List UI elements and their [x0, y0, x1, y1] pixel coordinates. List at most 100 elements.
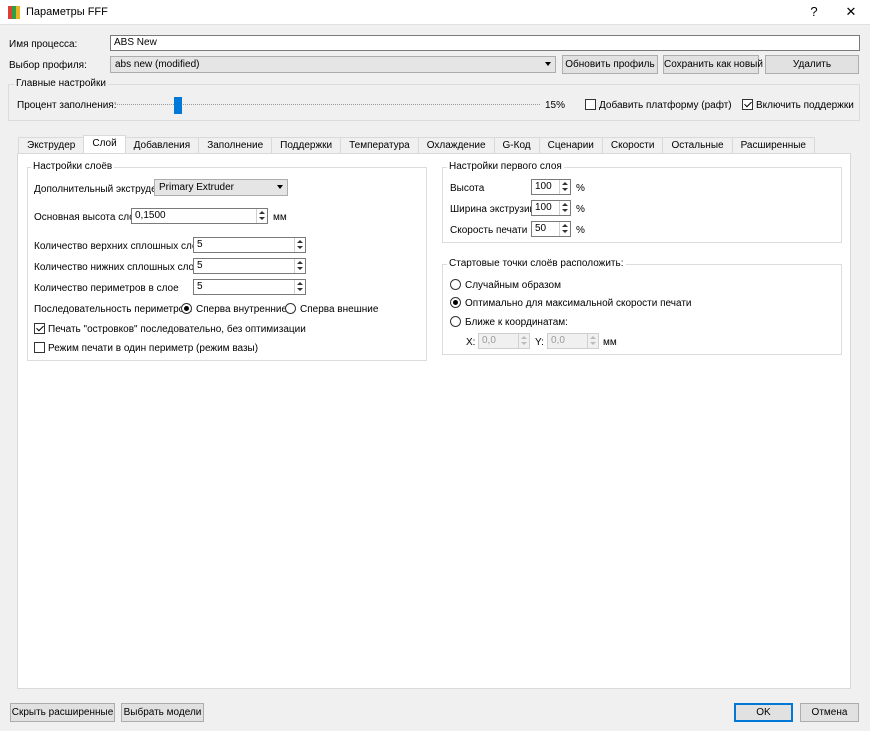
- chevron-down-icon: [545, 62, 551, 66]
- tab-other[interactable]: Остальные: [662, 137, 733, 153]
- optimal-radio[interactable]: [450, 297, 461, 308]
- profile-select-value: abs new (modified): [115, 59, 200, 70]
- first-layer-speed-label: Скорость печати: [450, 225, 528, 236]
- inner-first-radio[interactable]: [181, 303, 192, 314]
- raft-checkbox[interactable]: [585, 99, 596, 110]
- title-bar: Параметры FFF ? ✕: [0, 0, 870, 25]
- first-layer-speed-unit: %: [576, 225, 585, 236]
- extruder-label: Дополнительный экструдер: [34, 184, 163, 195]
- tab-scripts[interactable]: Сценарии: [538, 137, 603, 153]
- top-layers-spinbox[interactable]: 5: [193, 237, 306, 253]
- main-settings-title: Главные настройки: [14, 78, 108, 89]
- first-layer-title: Настройки первого слоя: [447, 161, 564, 172]
- outer-first-radio[interactable]: [285, 303, 296, 314]
- window-title: Параметры FFF: [26, 6, 108, 18]
- spin-arrows-icon[interactable]: [256, 209, 267, 223]
- spin-arrows-icon[interactable]: [518, 334, 529, 348]
- process-name-label: Имя процесса:: [9, 39, 78, 50]
- top-layers-label: Количество верхних сплошных слоёв: [34, 241, 209, 252]
- layer-height-value: 0,1500: [135, 210, 166, 221]
- tab-cooling[interactable]: Охлаждение: [417, 137, 495, 153]
- x-coord-value: 0,0: [482, 335, 496, 346]
- ok-button[interactable]: OK: [734, 703, 793, 722]
- tab-extruder[interactable]: Экструдер: [18, 137, 85, 153]
- y-coord-label: Y:: [535, 337, 544, 348]
- first-layer-speed-spinbox[interactable]: 50: [531, 221, 571, 237]
- y-coord-spinbox[interactable]: 0,0: [547, 333, 599, 349]
- near-coords-label: Ближе к координатам:: [465, 317, 568, 328]
- spin-arrows-icon[interactable]: [559, 180, 570, 194]
- layer-height-unit: мм: [273, 212, 287, 223]
- layer-height-spinbox[interactable]: 0,1500: [131, 208, 268, 224]
- bottom-layers-spinbox[interactable]: 5: [193, 258, 306, 274]
- islands-label: Печать "островков" последовательно, без …: [48, 324, 306, 335]
- coords-unit: мм: [603, 337, 617, 348]
- supports-checkbox[interactable]: [742, 99, 753, 110]
- perimeters-value: 5: [197, 281, 203, 292]
- perimeters-label: Количество периметров в слое: [34, 283, 179, 294]
- perimeter-order-label: Последовательность периметров:: [34, 304, 193, 315]
- layer-height-label: Основная высота слоя: [34, 212, 141, 223]
- first-layer-width-unit: %: [576, 204, 585, 215]
- tab-layer[interactable]: Слой: [83, 135, 126, 153]
- help-button[interactable]: ?: [797, 0, 831, 25]
- tab-infill[interactable]: Заполнение: [198, 137, 273, 153]
- infill-slider-thumb[interactable]: [174, 97, 183, 114]
- outer-first-label: Сперва внешние: [300, 304, 379, 315]
- spin-arrows-icon[interactable]: [294, 259, 305, 273]
- vase-mode-checkbox[interactable]: [34, 342, 45, 353]
- spin-arrows-icon[interactable]: [294, 238, 305, 252]
- extruder-select[interactable]: Primary Extruder: [154, 179, 288, 196]
- layer-settings-title: Настройки слоёв: [31, 161, 115, 172]
- y-coord-value: 0,0: [551, 335, 565, 346]
- perimeters-spinbox[interactable]: 5: [193, 279, 306, 295]
- islands-checkbox[interactable]: [34, 323, 45, 334]
- x-coord-spinbox[interactable]: 0,0: [478, 333, 530, 349]
- cancel-button[interactable]: Отмена: [800, 703, 859, 722]
- random-label: Случайным образом: [465, 280, 561, 291]
- bottom-layers-value: 5: [197, 260, 203, 271]
- first-layer-width-spinbox[interactable]: 100: [531, 200, 571, 216]
- near-coords-radio[interactable]: [450, 316, 461, 327]
- start-points-title: Стартовые точки слоёв расположить:: [447, 258, 626, 269]
- main-settings-group: [8, 84, 860, 121]
- delete-profile-button[interactable]: Удалить: [765, 55, 859, 74]
- first-layer-speed-value: 50: [535, 223, 547, 234]
- tab-gcode[interactable]: G-Код: [493, 137, 540, 153]
- random-radio[interactable]: [450, 279, 461, 290]
- inner-first-label: Сперва внутренние: [196, 304, 288, 315]
- first-layer-height-unit: %: [576, 183, 585, 194]
- profile-select[interactable]: abs new (modified): [110, 56, 556, 73]
- tab-bar: Экструдер Слой Добавления Заполнение Под…: [18, 135, 815, 153]
- top-layers-value: 5: [197, 239, 203, 250]
- spin-arrows-icon[interactable]: [294, 280, 305, 294]
- select-models-button[interactable]: Выбрать модели: [121, 703, 204, 722]
- first-layer-height-spinbox[interactable]: 100: [531, 179, 571, 195]
- first-layer-width-label: Ширина экструзии: [450, 204, 536, 215]
- profile-label: Выбор профиля:: [9, 60, 87, 71]
- update-profile-button[interactable]: Обновить профиль: [562, 55, 658, 74]
- first-layer-height-label: Высота: [450, 183, 485, 194]
- bottom-layers-label: Количество нижних сплошных слоев: [34, 262, 205, 273]
- hide-advanced-button[interactable]: Скрыть расширенные: [10, 703, 115, 722]
- chevron-down-icon: [277, 185, 283, 189]
- supports-label: Включить поддержки: [756, 100, 854, 111]
- process-name-input[interactable]: ABS New: [110, 35, 860, 51]
- app-icon: [8, 6, 20, 19]
- tab-additions[interactable]: Добавления: [124, 137, 200, 153]
- tab-advanced[interactable]: Расширенные: [731, 137, 815, 153]
- tab-temperature[interactable]: Температура: [340, 137, 419, 153]
- first-layer-width-value: 100: [535, 202, 552, 213]
- extruder-select-value: Primary Extruder: [159, 182, 235, 193]
- spin-arrows-icon[interactable]: [559, 201, 570, 215]
- infill-label: Процент заполнения:: [17, 100, 117, 111]
- infill-value: 15%: [545, 100, 566, 111]
- close-button[interactable]: ✕: [834, 0, 868, 25]
- tab-speeds[interactable]: Скорости: [601, 137, 664, 153]
- save-as-new-button[interactable]: Сохранить как новый: [663, 55, 763, 74]
- first-layer-height-value: 100: [535, 181, 552, 192]
- spin-arrows-icon[interactable]: [559, 222, 570, 236]
- vase-mode-label: Режим печати в один периметр (режим вазы…: [48, 343, 259, 354]
- tab-supports[interactable]: Поддержки: [271, 137, 342, 153]
- spin-arrows-icon[interactable]: [587, 334, 598, 348]
